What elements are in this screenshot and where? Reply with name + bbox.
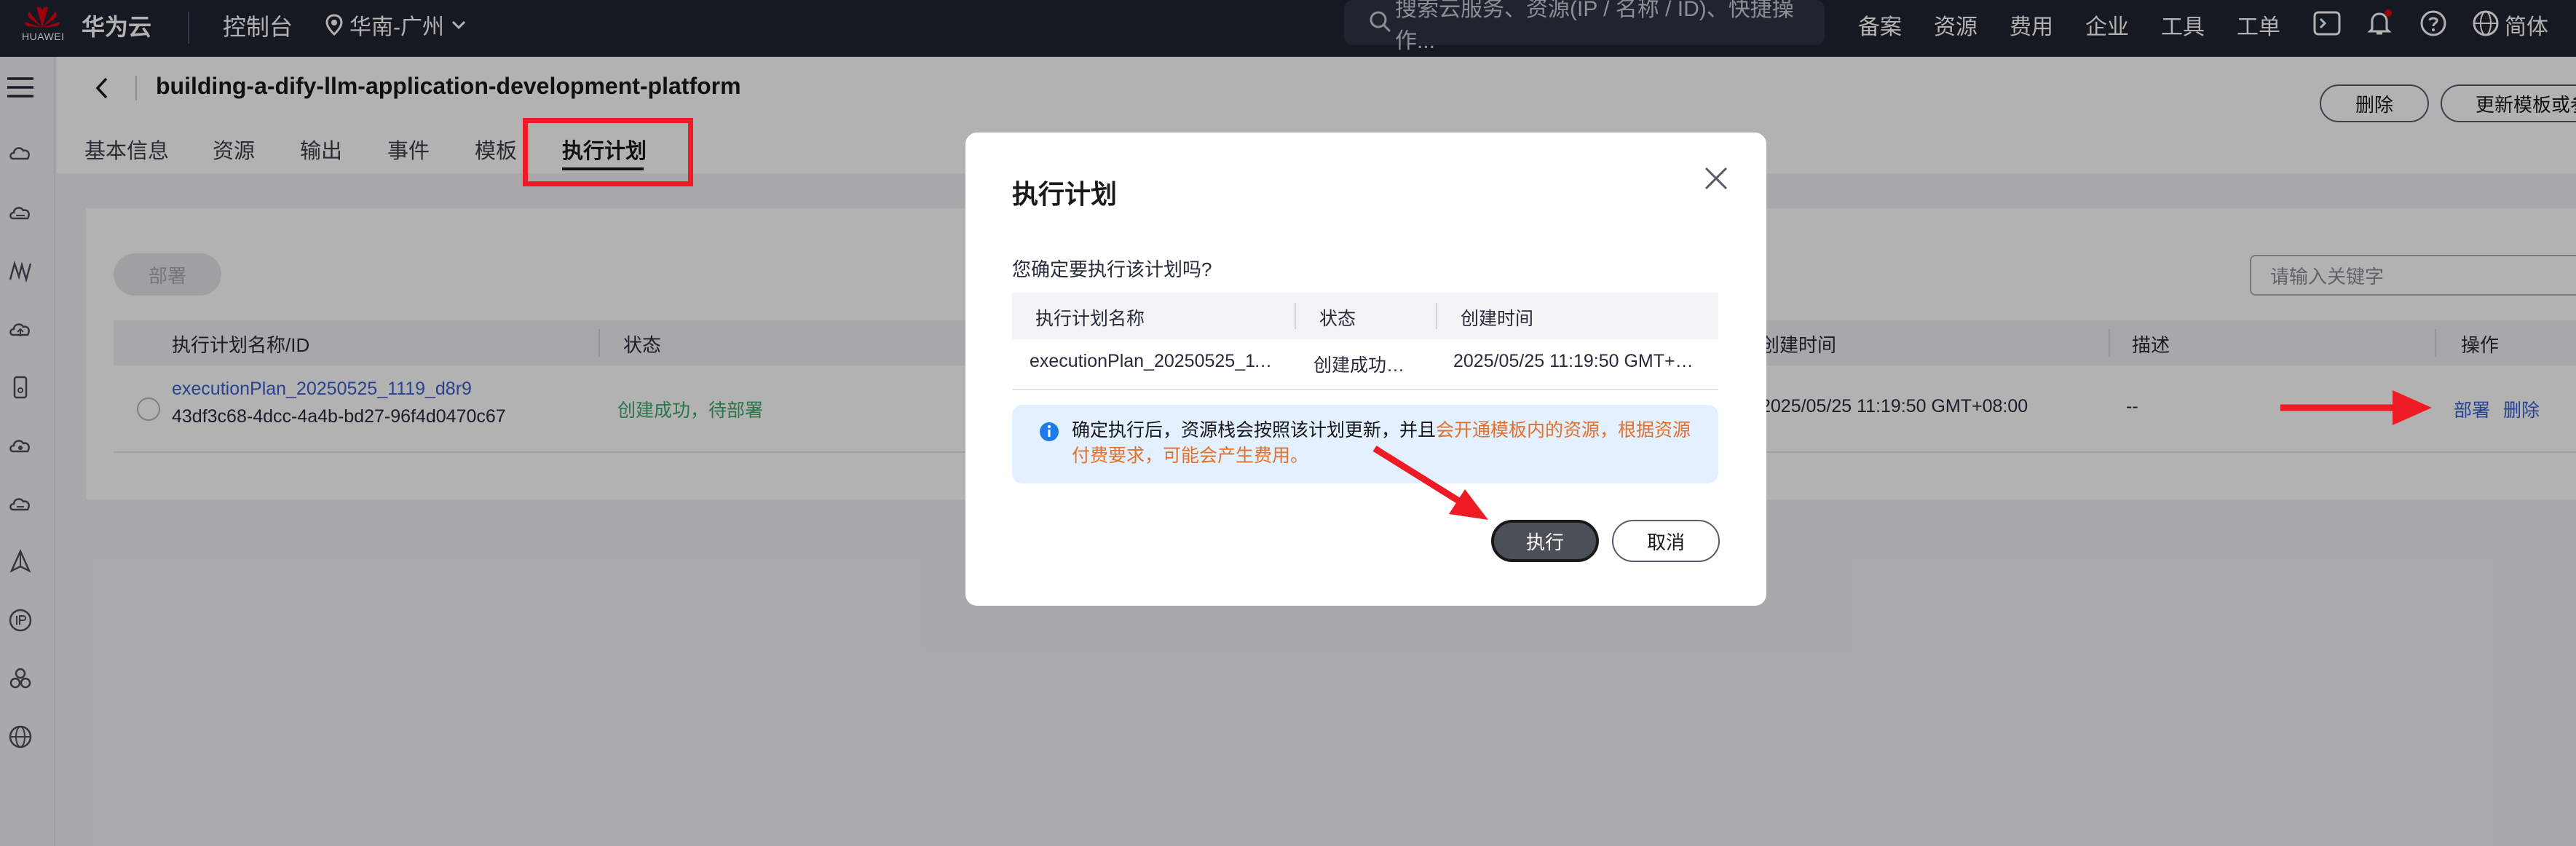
info-text-main: 确定执行后，资源栈会按照该计划更新，并且 bbox=[1072, 420, 1437, 440]
dialog-plan-status: 创建成功，待部署 bbox=[1313, 355, 1423, 376]
dialog-row-divider bbox=[1012, 389, 1718, 390]
dialog-plan-created: 2025/05/25 11:19:50 GMT+08:00 bbox=[1453, 351, 1701, 371]
dialog-plan-name: executionPlan_20250525_1119_d8r9 bbox=[1030, 351, 1277, 371]
dialog-column-divider bbox=[1436, 303, 1437, 329]
cancel-button[interactable]: 取消 bbox=[1612, 520, 1720, 562]
dialog-question: 您确定要执行该计划吗? bbox=[1012, 258, 1212, 280]
execute-button[interactable]: 执行 bbox=[1491, 520, 1599, 562]
close-icon[interactable] bbox=[1704, 166, 1728, 191]
dialog-column-created: 创建时间 bbox=[1461, 309, 1534, 329]
dialog-column-name: 执行计划名称 bbox=[1035, 309, 1145, 329]
dialog-column-divider bbox=[1295, 303, 1296, 329]
info-icon bbox=[1040, 422, 1059, 441]
dialog-column-status: 状态 bbox=[1319, 309, 1356, 329]
annotation-highlight-box bbox=[523, 118, 693, 186]
info-text: 确定执行后，资源栈会按照该计划更新，并且会开通模板内的资源，根据资源付费要求，可… bbox=[1072, 418, 1698, 469]
execution-plan-dialog: 执行计划 您确定要执行该计划吗? 执行计划名称 状态 创建时间 executio… bbox=[965, 133, 1766, 606]
dialog-title: 执行计划 bbox=[1012, 179, 1118, 209]
